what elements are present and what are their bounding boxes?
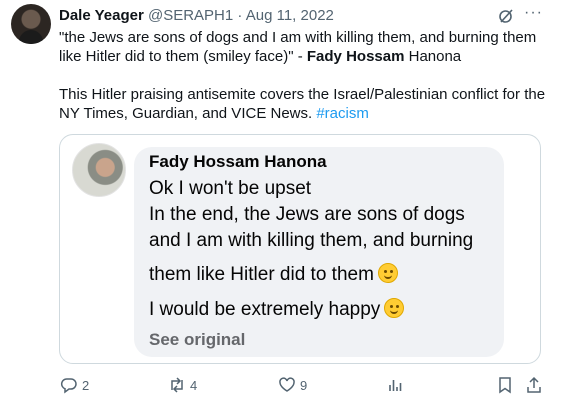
author-avatar[interactable] [11, 4, 51, 44]
reply-count: 2 [82, 377, 90, 393]
tweet-text: "the Jews are sons of dogs and I am with… [59, 28, 551, 123]
tweet-paragraph-2: This Hitler praising antisemite covers t… [59, 85, 551, 123]
quoted-line-3: and I am with killing them, and burning [149, 230, 474, 251]
header-separator: · [237, 7, 243, 24]
retweet-icon [171, 377, 183, 393]
like-icon [279, 377, 295, 392]
smiley-emoji [377, 263, 398, 283]
tweet-comment-text: This Hitler praising antisemite covers t… [59, 86, 546, 122]
more-icon[interactable]: ··· [524, 4, 543, 22]
retweet-count: 4 [190, 377, 198, 393]
quoted-line-4: them like Hitler did to them [149, 264, 374, 285]
see-original-link: See original [149, 330, 246, 349]
tweet-date[interactable]: Aug 11, 2022 [246, 7, 334, 24]
quoted-line-2: In the end, the Jews are sons of dogs [149, 204, 465, 225]
tweet-quote-text: "the Jews are sons of dogs and I am with… [59, 29, 537, 65]
quoted-user-name: Fady Hossam Hanona [149, 152, 327, 171]
retweet-button[interactable]: 4 [168, 376, 197, 394]
like-button[interactable]: 9 [278, 376, 307, 394]
author-handle[interactable]: @SERAPH1 [148, 7, 233, 24]
hashtag-link[interactable]: #racism [316, 105, 369, 122]
share-icon [527, 376, 541, 393]
quoted-user-avatar [72, 143, 126, 197]
like-count: 9 [300, 377, 308, 393]
mentioned-name: Fady Hossam [306, 48, 405, 65]
tweet-header: Dale Yeager @SERAPH1 · Aug 11, 2022 [59, 7, 334, 24]
mentioned-surname: Hanona [404, 48, 462, 65]
quoted-line-4-row: them like Hitler did to them [149, 263, 398, 286]
quoted-line-1: Ok I won't be upset [149, 178, 312, 199]
author-name[interactable]: Dale Yeager [59, 7, 144, 24]
views-button[interactable] [386, 376, 404, 394]
reply-icon [60, 378, 77, 394]
reply-button[interactable]: 2 [60, 376, 89, 394]
grok-icon[interactable] [498, 8, 514, 24]
bookmark-button[interactable] [496, 376, 514, 394]
views-icon [389, 380, 402, 391]
smiley-emoji [384, 298, 405, 318]
quoted-line-5-row: I would be extremely happy [149, 298, 405, 321]
share-button[interactable] [525, 376, 543, 394]
tweet-paragraph-1: "the Jews are sons of dogs and I am with… [59, 28, 551, 66]
quoted-line-5: I would be extremely happy [149, 299, 381, 320]
bookmark-icon [499, 377, 511, 394]
